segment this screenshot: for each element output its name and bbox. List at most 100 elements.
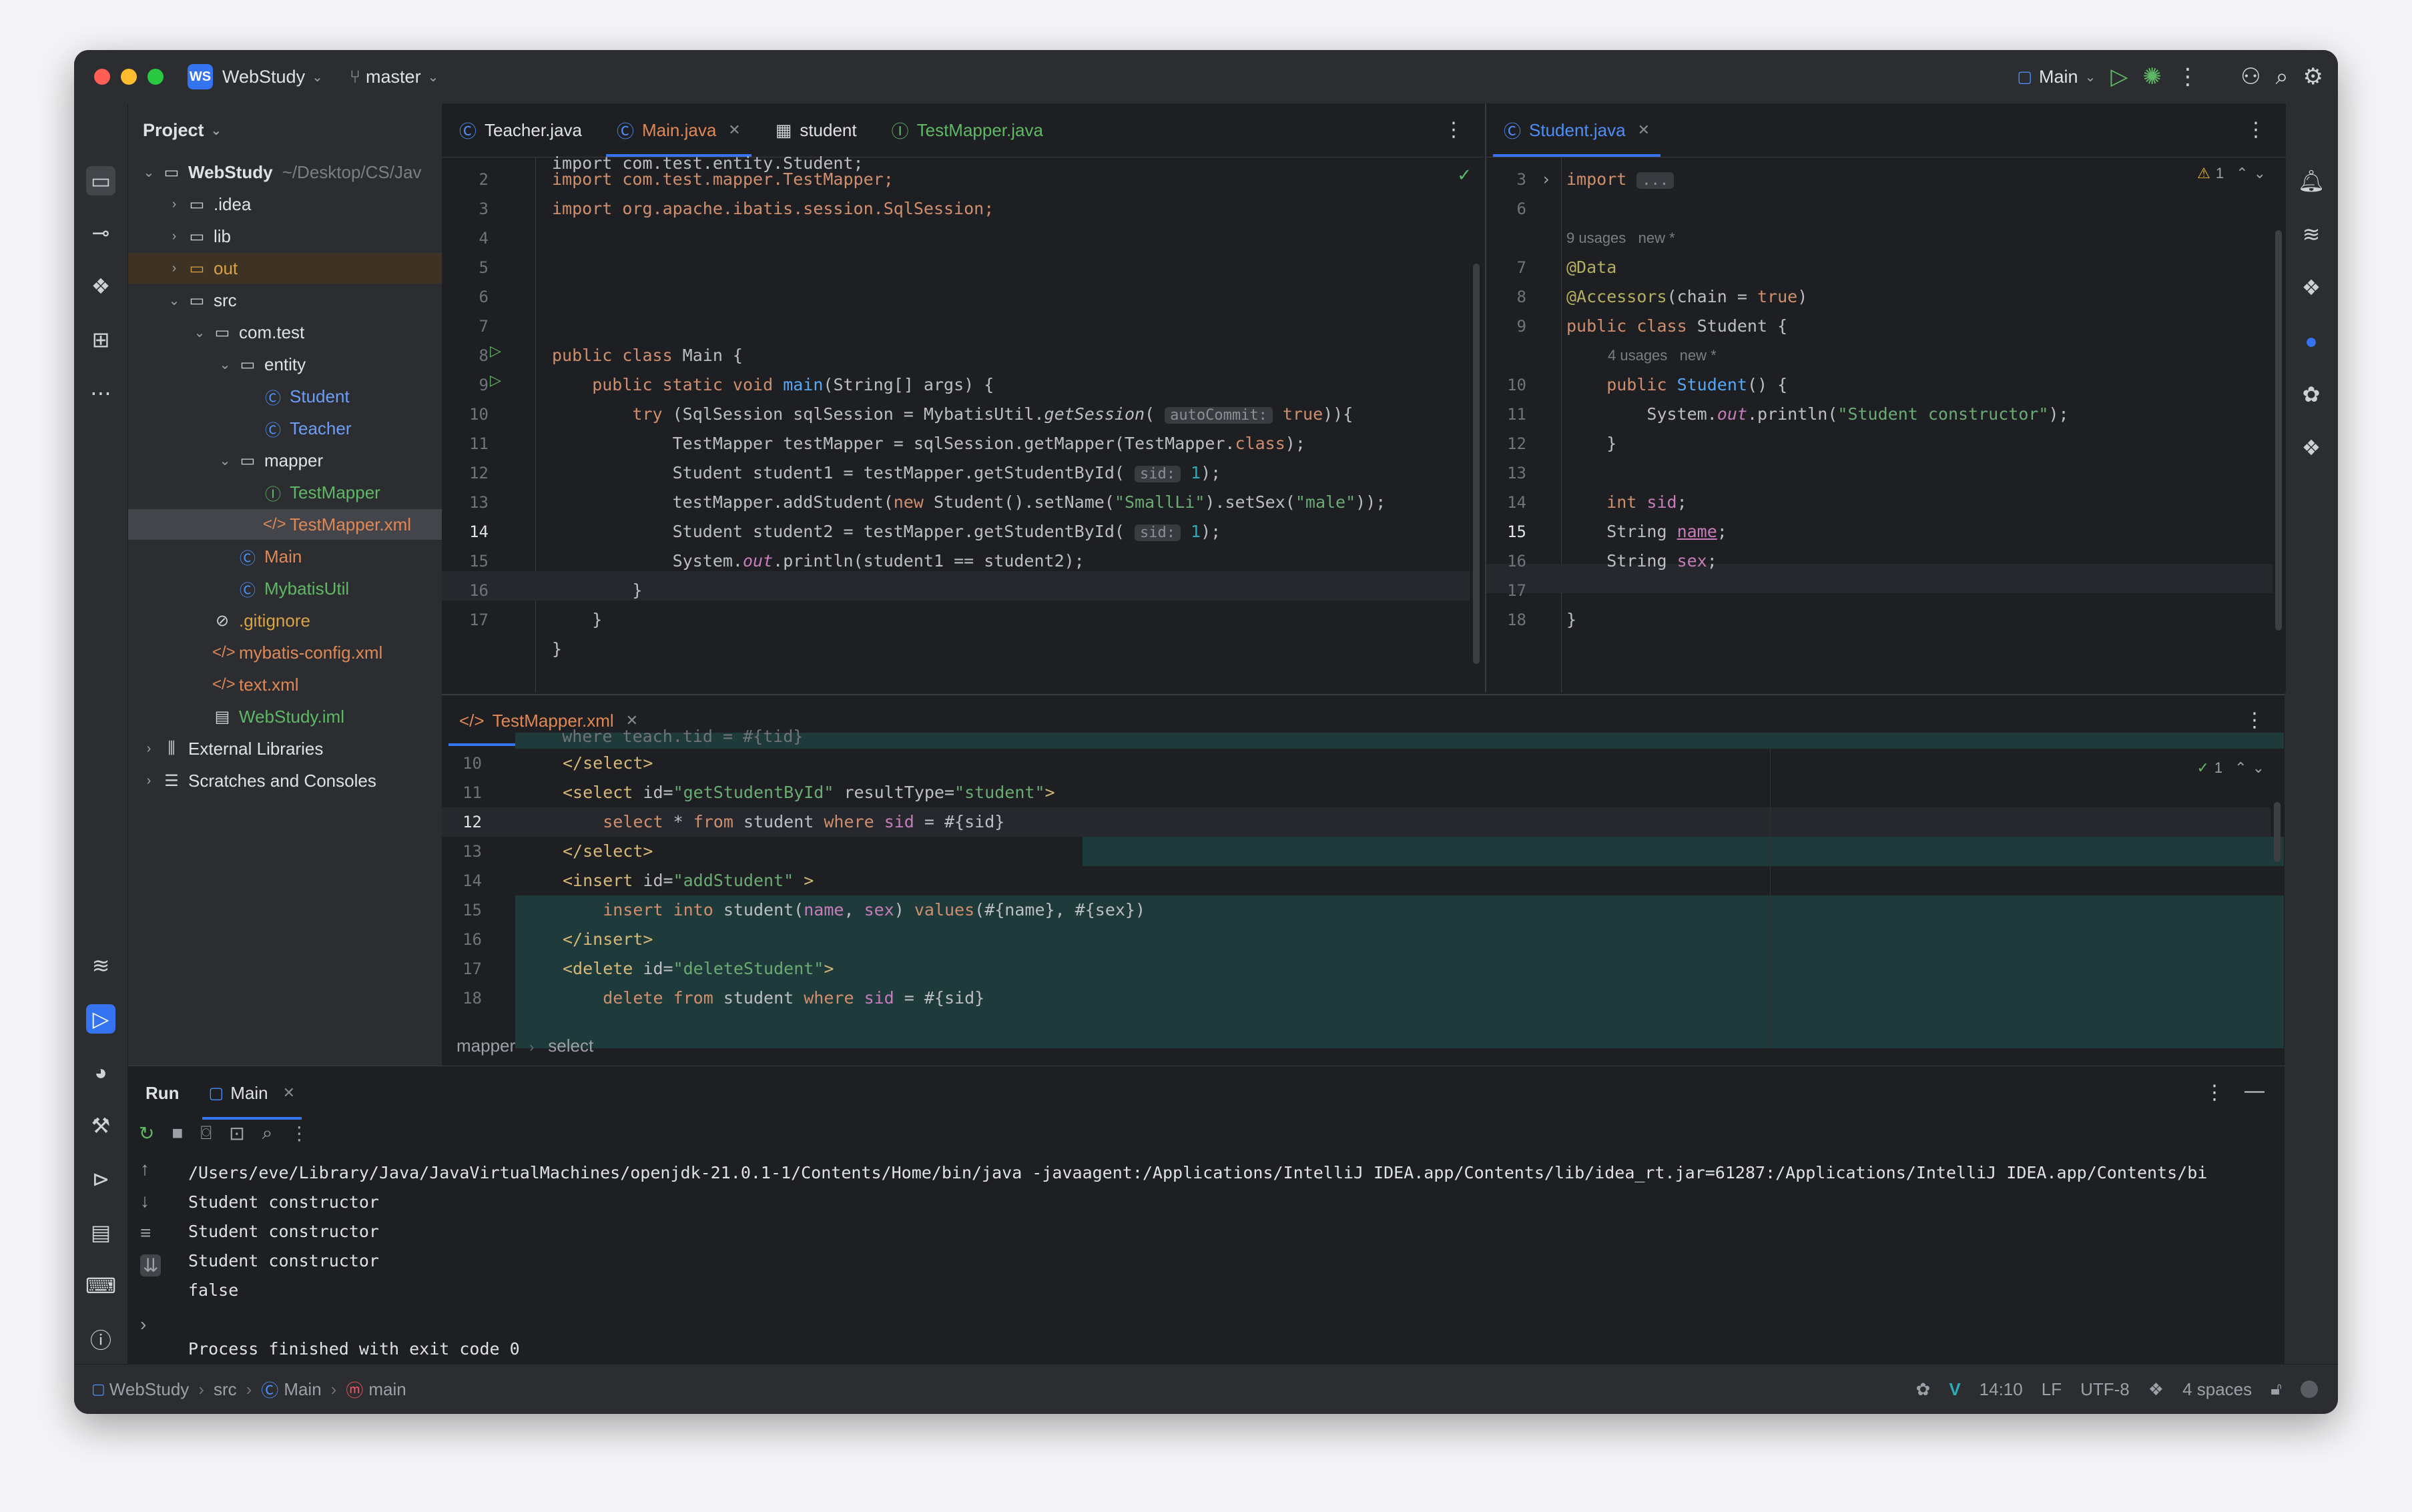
terminal-icon[interactable]: ⌨: [85, 1271, 116, 1300]
import-fold[interactable]: ...: [1636, 172, 1675, 189]
chevron-down-icon[interactable]: ⌄: [211, 122, 222, 139]
close-tab-icon[interactable]: ✕: [728, 121, 740, 139]
status-crumb-project[interactable]: WebStudy: [109, 1379, 189, 1400]
run-icon[interactable]: ▷: [2110, 63, 2128, 90]
notifications-icon[interactable]: 🔔︎: [2297, 166, 2326, 196]
chevron-right-icon[interactable]: ›: [141, 773, 156, 789]
code-area[interactable]: where teach.tid = #{tid} 10 11 12 13 14 …: [442, 695, 2271, 1067]
close-tab-icon[interactable]: ✕: [283, 1084, 295, 1102]
run-tab-main[interactable]: ▢ Main ✕: [202, 1066, 302, 1120]
fold-icon[interactable]: ›: [1541, 165, 1551, 194]
chevron-right-icon[interactable]: ›: [167, 229, 182, 244]
status-crumb-src[interactable]: src: [214, 1379, 237, 1400]
project-name[interactable]: WebStudy: [222, 67, 305, 87]
console-output[interactable]: /Users/eve/Library/Java/JavaVirtualMachi…: [188, 1158, 2207, 1364]
chevron-down-icon[interactable]: ⌄: [167, 292, 182, 309]
minimize-window-button[interactable]: [121, 69, 137, 85]
services-icon[interactable]: ⊳: [86, 1164, 115, 1194]
chevron-down-icon[interactable]: ⌄: [428, 69, 439, 85]
chevron-right-icon[interactable]: ›: [167, 261, 182, 276]
layout-icon[interactable]: ▤: [86, 1218, 115, 1247]
plugin-icon[interactable]: ❖: [2297, 273, 2326, 302]
breadcrumb-select[interactable]: select: [548, 1036, 593, 1056]
more-icon[interactable]: ⋮: [2204, 1081, 2224, 1104]
rerun-icon[interactable]: ↻: [139, 1122, 154, 1144]
vertical-scrollbar[interactable]: [1473, 264, 1480, 664]
chevron-down-icon[interactable]: ⌄: [2252, 759, 2265, 777]
more-icon[interactable]: ⋮: [290, 1122, 308, 1144]
chevron-up-icon[interactable]: ⌃: [2234, 759, 2246, 777]
minimize-icon[interactable]: —: [2244, 1080, 2265, 1102]
debug-icon[interactable]: ✺: [2142, 63, 2162, 90]
chevron-down-icon[interactable]: ⌄: [218, 452, 232, 469]
chevron-down-icon[interactable]: ⌄: [218, 356, 232, 373]
soft-wrap-icon[interactable]: ≡: [140, 1222, 161, 1244]
tab-testmapper-java[interactable]: Ⓘ TestMapper.java: [874, 103, 1061, 157]
status-circle-icon[interactable]: [2301, 1381, 2318, 1398]
inspection-widget[interactable]: ✓ 1 ⌃ ⌄: [2196, 759, 2265, 777]
tree-item[interactable]: ⌄ ▭ WebStudy ~/Desktop/CS/Jav: [128, 157, 455, 187]
indent-setting[interactable]: 4 spaces: [2182, 1379, 2252, 1400]
chevron-down-icon[interactable]: ⌄: [312, 69, 323, 85]
add-user-icon[interactable]: ⚇: [2240, 63, 2260, 90]
breadcrumb-mapper[interactable]: mapper: [457, 1036, 515, 1056]
chevron-down-icon[interactable]: ⌄: [2085, 69, 2096, 85]
lock-icon[interactable]: 🔓︎: [2271, 1379, 2282, 1400]
problems-icon[interactable]: ⓘ: [86, 1325, 115, 1354]
file-encoding[interactable]: UTF-8: [2080, 1379, 2130, 1400]
openai-icon[interactable]: ✿: [2297, 380, 2326, 409]
more-tools-icon[interactable]: ⋯: [86, 378, 115, 408]
status-crumb-method[interactable]: main: [368, 1379, 406, 1400]
status-crumb-class[interactable]: Main: [284, 1379, 321, 1400]
export-icon[interactable]: ⊡: [229, 1122, 244, 1144]
code-area[interactable]: import com.test.entity.Student; import c…: [552, 103, 1386, 659]
screenshot-icon[interactable]: ⌼: [200, 1122, 212, 1144]
scroll-to-end-icon[interactable]: ⇊: [140, 1254, 162, 1276]
project-panel-title[interactable]: Project: [143, 120, 204, 141]
plugin-icon[interactable]: ❖: [86, 272, 115, 301]
chat-icon[interactable]: ●: [2297, 326, 2326, 356]
branch-name[interactable]: master: [366, 67, 421, 87]
copilot-icon[interactable]: ❖: [2297, 433, 2326, 462]
search-icon[interactable]: ⌕: [2275, 64, 2288, 90]
expand-icon[interactable]: ›: [140, 1314, 161, 1335]
run-gutter-icon[interactable]: ▷: [490, 342, 501, 360]
copilot-icon[interactable]: ❖: [2148, 1379, 2164, 1400]
arrow-up-icon[interactable]: ↑: [140, 1158, 161, 1180]
caret-position[interactable]: 14:10: [1980, 1379, 2023, 1400]
database-icon[interactable]: ≋: [86, 951, 115, 980]
stop-icon[interactable]: ■: [172, 1122, 183, 1144]
line-separator[interactable]: LF: [2042, 1379, 2062, 1400]
chevron-down-icon[interactable]: ⌄: [192, 324, 207, 341]
vertical-scrollbar[interactable]: [2275, 230, 2282, 631]
close-window-button[interactable]: [94, 69, 110, 85]
search-icon[interactable]: ⌕: [262, 1122, 273, 1144]
tabs-more-icon[interactable]: ⋮: [1444, 118, 1464, 141]
tree-item[interactable]: ⌄ ▭ src: [128, 285, 481, 316]
commit-icon[interactable]: ⊸: [86, 218, 115, 248]
settings-icon[interactable]: ⚙: [2303, 63, 2323, 90]
build-icon[interactable]: ⚒: [86, 1111, 115, 1140]
more-icon[interactable]: ⋮: [2176, 63, 2199, 90]
ai-status-icon[interactable]: ✿: [1916, 1379, 1931, 1400]
structure-icon[interactable]: ⊞: [86, 325, 115, 354]
project-badge[interactable]: WS: [188, 64, 213, 89]
run-tool-icon[interactable]: ▷: [86, 1004, 115, 1034]
tree-item[interactable]: › ▭ lib: [128, 221, 481, 252]
run-config-name[interactable]: Main: [2039, 67, 2078, 87]
code-area[interactable]: 3 6 7 8 9 10 11 12 13 14 15 16 17 18 › i…: [1486, 103, 2281, 693]
chevron-right-icon[interactable]: ›: [167, 197, 182, 212]
run-gutter-icon[interactable]: ▷: [490, 372, 501, 389]
ai-assistant-icon[interactable]: ◕: [86, 1058, 115, 1087]
project-folder-icon[interactable]: ▭: [86, 166, 115, 196]
tree-item[interactable]: › ▭ .idea: [128, 189, 481, 220]
vim-icon[interactable]: V: [1949, 1379, 1960, 1400]
vertical-scrollbar[interactable]: [2274, 802, 2281, 862]
chevron-right-icon[interactable]: ›: [141, 741, 156, 757]
tree-item[interactable]: › ▭ out: [128, 253, 481, 284]
chevron-down-icon[interactable]: ⌄: [141, 164, 156, 181]
arrow-down-icon[interactable]: ↓: [140, 1190, 161, 1212]
tree-item[interactable]: › ⫼ External Libraries: [128, 733, 455, 764]
database-icon[interactable]: ≋: [2297, 220, 2326, 249]
zoom-window-button[interactable]: [147, 69, 164, 85]
